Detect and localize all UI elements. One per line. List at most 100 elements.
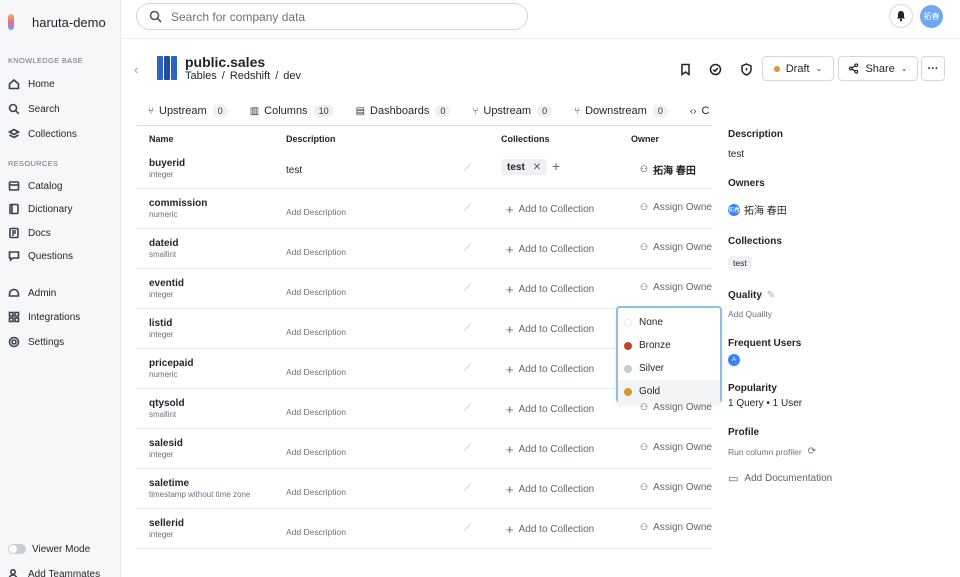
add-description-link[interactable]: Add Description [286, 487, 346, 497]
ai-wand-icon[interactable]: ⟋ [464, 323, 471, 334]
table-row[interactable]: commission numeric Add Description ⟋ + Ad… [137, 189, 712, 229]
ai-wand-icon[interactable]: ⟋ [464, 443, 471, 454]
assign-owner-button[interactable]: ⚇ Assign Owner [640, 242, 712, 253]
assign-owner-button[interactable]: ⚇ Assign Owner [640, 202, 712, 213]
add-description-link[interactable]: Add Description [286, 367, 346, 377]
notifications-button[interactable] [889, 4, 913, 28]
tab-downstream[interactable]: ⑂ Downstream 0 [574, 105, 668, 117]
sidebar-item-docs[interactable]: Docs [8, 224, 51, 242]
add-description-link[interactable]: Add Description [286, 327, 346, 337]
add-to-collection-button[interactable]: + Add to Collection [506, 362, 594, 377]
tab-upstream-2[interactable]: ⑂ Upstream 0 [472, 105, 553, 117]
sidebar-item-settings[interactable]: Settings [8, 333, 64, 351]
frequent-user-avatar[interactable]: A [728, 353, 744, 366]
table-row[interactable]: eventid integer Add Description ⟋ + Add t… [137, 269, 712, 309]
back-chevron-icon[interactable]: ‹ [134, 62, 138, 77]
column-name[interactable]: listid [149, 318, 172, 329]
add-quality-link[interactable]: Add Quality [728, 309, 772, 319]
add-to-collection-button[interactable]: + Add to Collection [506, 322, 594, 337]
sidebar-item-questions[interactable]: Questions [8, 247, 73, 265]
assign-owner-button[interactable]: ⚇ Assign Owner [640, 482, 712, 493]
table-row[interactable]: sellerid integer Add Description ⟋ + Add … [137, 509, 712, 549]
table-row[interactable]: salesid integer Add Description ⟋ + Add t… [137, 429, 712, 469]
tab-code[interactable]: ‹› C [690, 105, 710, 117]
search-input[interactable] [171, 9, 501, 24]
table-row[interactable]: buyerid integer test ⟋ test ✕ + ⚇ 拓海 春田 [137, 149, 712, 189]
sidebar-item-integrations[interactable]: Integrations [8, 308, 80, 326]
sidebar-item-collections[interactable]: Collections [8, 125, 77, 143]
sidebar-item-dictionary[interactable]: Dictionary [8, 200, 72, 218]
assign-owner-button[interactable]: ⚇ Assign Owner [640, 402, 712, 413]
table-row[interactable]: dateid smallint Add Description ⟋ + Add t… [137, 229, 712, 269]
assign-owner-button[interactable]: ⚇ Assign Owner [640, 282, 712, 293]
column-name[interactable]: qtysold [149, 398, 185, 409]
column-name[interactable]: commission [149, 198, 207, 209]
sidebar-item-search[interactable]: Search [8, 100, 60, 118]
breadcrumb-dev[interactable]: dev [283, 70, 301, 82]
add-to-collection-button[interactable]: + Add to Collection [506, 202, 594, 217]
tab-upstream[interactable]: ⑂ Upstream 0 [148, 105, 228, 117]
ai-wand-icon[interactable]: ⟋ [464, 523, 471, 534]
add-description-link[interactable]: Add Description [286, 287, 346, 297]
ai-wand-icon[interactable]: ⟋ [464, 363, 471, 374]
sidebar-item-catalog[interactable]: Catalog [8, 177, 62, 195]
sidebar-item-home[interactable]: Home [8, 75, 55, 93]
collection-chip[interactable]: test [728, 256, 752, 270]
column-name[interactable]: sellerid [149, 518, 184, 529]
collection-chip[interactable]: test ✕ [501, 159, 548, 175]
assign-owner-button[interactable]: ⚇ Assign Owner [640, 442, 712, 453]
owner-cell[interactable]: ⚇ 拓海 春田 [640, 162, 712, 177]
add-description-link[interactable]: Add Description [286, 247, 346, 257]
quality-option-bronze[interactable]: Bronze [618, 334, 720, 357]
assign-owner-button[interactable]: ⚇ Assign Owner [640, 522, 712, 533]
add-description-link[interactable]: Add Description [286, 207, 346, 217]
share-button[interactable]: Share ⌄ [838, 56, 918, 81]
workspace-brand[interactable]: haruta-demo [8, 12, 106, 32]
column-name[interactable]: salesid [149, 438, 183, 449]
add-to-collection-button[interactable]: + Add to Collection [506, 442, 594, 457]
add-description-link[interactable]: Add Description [286, 527, 346, 537]
run-profiler-button[interactable]: Run column profiler ⟳ [728, 446, 816, 457]
column-description[interactable]: test [286, 165, 302, 176]
ai-wand-icon[interactable]: ⟋ [464, 243, 471, 254]
add-description-link[interactable]: Add Description [286, 447, 346, 457]
column-name[interactable]: buyerid [149, 158, 185, 169]
add-to-collection-button[interactable]: + Add to Collection [506, 282, 594, 297]
add-documentation-button[interactable]: ▭ Add Documentation [728, 472, 832, 485]
search-bar[interactable] [136, 3, 528, 30]
close-icon[interactable]: ✕ [533, 162, 541, 173]
tab-columns[interactable]: ▥ Columns 10 [250, 105, 334, 117]
add-to-collection-button[interactable]: + Add to Collection [506, 242, 594, 257]
column-name[interactable]: dateid [149, 238, 178, 249]
ai-wand-icon[interactable]: ⟋ [464, 203, 471, 214]
add-teammates-button[interactable]: Add Teammates [8, 565, 100, 577]
column-name[interactable]: eventid [149, 278, 184, 289]
quality-option-gold[interactable]: Gold [618, 380, 720, 403]
sidebar-item-admin[interactable]: Admin [8, 284, 56, 302]
tab-dashboards[interactable]: ▤ Dashboards 0 [356, 105, 451, 117]
verify-button[interactable] [706, 60, 724, 78]
ai-wand-icon[interactable]: ⟋ [464, 163, 471, 174]
owner-entry[interactable]: 拓春 拓海 春田 [728, 202, 787, 217]
ai-wand-icon[interactable]: ⟋ [464, 283, 471, 294]
ai-wand-icon[interactable]: ⟋ [464, 403, 471, 414]
governance-button[interactable] [737, 60, 755, 78]
description-value[interactable]: test [728, 149, 744, 160]
add-to-collection-button[interactable]: + Add to Collection [506, 482, 594, 497]
table-row[interactable]: saletime timestamp without time zone Add… [137, 469, 712, 509]
breadcrumb-tables[interactable]: Tables [185, 70, 217, 82]
add-to-collection-button[interactable]: + Add to Collection [506, 522, 594, 537]
add-collection-plus-icon[interactable]: + [552, 158, 560, 174]
pencil-icon[interactable]: ✎ [767, 290, 775, 301]
user-avatar[interactable]: 拓春 [920, 5, 943, 28]
quality-option-none[interactable]: None [618, 311, 720, 334]
viewer-mode-toggle[interactable]: Viewer Mode [8, 540, 90, 558]
column-name[interactable]: pricepaid [149, 358, 193, 369]
bookmark-button[interactable] [676, 60, 694, 78]
breadcrumb-redshift[interactable]: Redshift [230, 70, 270, 82]
add-to-collection-button[interactable]: + Add to Collection [506, 402, 594, 417]
more-options-button[interactable]: ··· [921, 56, 945, 81]
ai-wand-icon[interactable]: ⟋ [464, 483, 471, 494]
column-name[interactable]: saletime [149, 478, 189, 489]
draft-status-button[interactable]: Draft ⌄ [762, 56, 834, 81]
